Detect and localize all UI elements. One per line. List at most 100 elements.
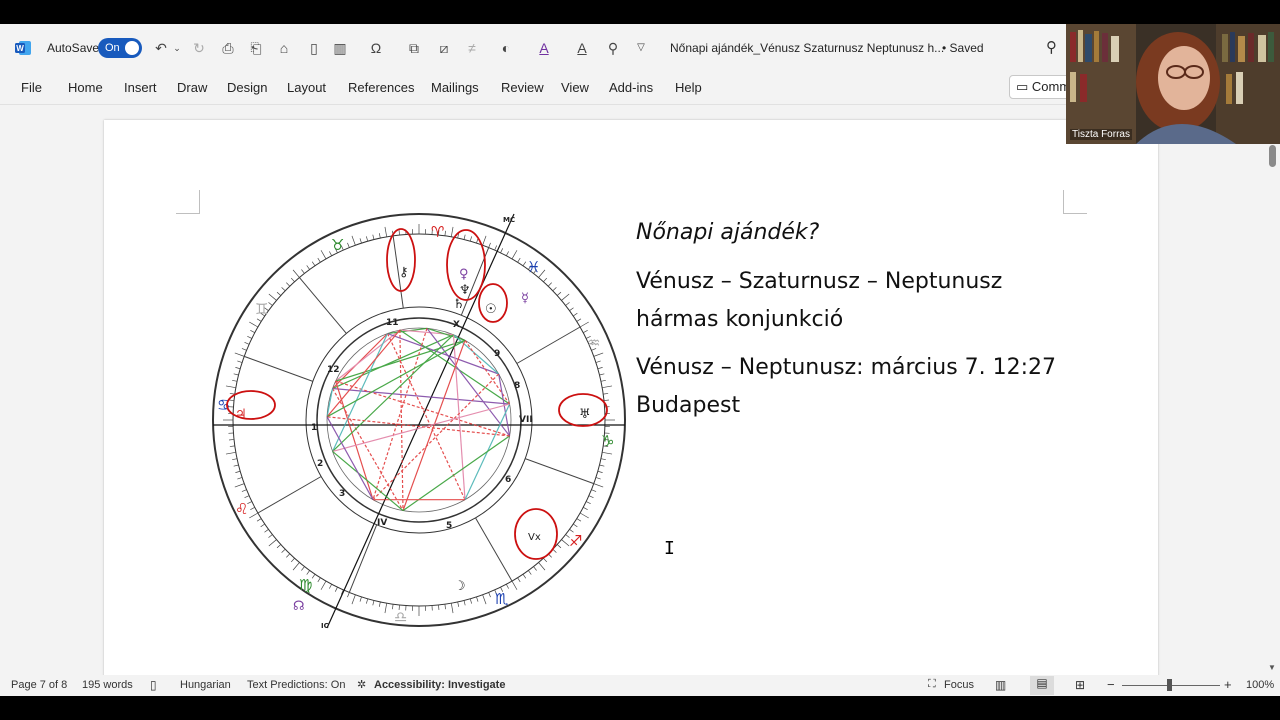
document-title[interactable]: Nőnapi ajándék_Vénusz Szaturnusz Neptunu… (670, 41, 944, 55)
accessibility-icon[interactable]: ✲ (357, 678, 366, 691)
open-folder-icon[interactable]: ⌂ (274, 38, 294, 58)
save-icon[interactable]: ⎙ (218, 38, 238, 58)
roman-iv: IV (377, 518, 387, 528)
virgo-icon: ♍ (299, 576, 312, 594)
gemini-icon: ♊ (255, 300, 268, 318)
scorpio-icon: ♏ (495, 590, 509, 608)
house-3: 3 (339, 489, 345, 499)
accessibility-status[interactable]: Accessibility: Investigate (374, 679, 505, 691)
zoom-out-icon[interactable]: − (1107, 677, 1115, 692)
find-icon[interactable]: ⚲ (603, 38, 623, 58)
undo-dropdown-icon[interactable]: ⌄ (172, 38, 182, 58)
text-highlight-icon[interactable]: A (572, 38, 592, 58)
text-line-4[interactable]: Budapest (636, 393, 740, 418)
undo-icon[interactable]: ↶ (152, 38, 170, 58)
zoom-in-icon[interactable]: + (1224, 677, 1232, 692)
svg-text:W: W (16, 44, 24, 53)
new-document-icon[interactable]: ▯ (304, 38, 324, 58)
scrollbar-thumb[interactable] (1269, 145, 1276, 167)
house-cusp-lines (244, 235, 594, 593)
print-layout-icon[interactable]: ▤ (1030, 676, 1054, 695)
tab-draw[interactable]: Draw (177, 80, 207, 95)
house-5: 5 (446, 521, 452, 531)
text-cursor-icon: I (664, 538, 675, 559)
zoom-level[interactable]: 100% (1246, 679, 1274, 691)
language[interactable]: Hungarian (180, 679, 231, 691)
vertical-scrollbar[interactable]: ▼ (1266, 105, 1280, 675)
text-line-3[interactable]: Vénusz – Neptunusz: március 7. 12:27 (636, 355, 1056, 380)
text-predictions[interactable]: Text Predictions: On (247, 679, 345, 691)
degree-ticks (223, 224, 615, 616)
columns-icon[interactable]: ▥ (330, 38, 350, 58)
comments-label: Comm (1031, 79, 1071, 94)
house-12: 12 (327, 365, 340, 375)
zoom-slider-thumb[interactable] (1167, 679, 1172, 691)
document-canvas[interactable]: 1 2 3 5 6 8 9 11 12 I IV VII X MC IC (0, 105, 1266, 675)
margin-corner-left (176, 190, 200, 214)
tab-references[interactable]: References (348, 80, 414, 95)
word-count[interactable]: 195 words (82, 679, 133, 691)
vertex-label: Vx (528, 532, 541, 543)
sun-icon: ☉ (485, 302, 497, 317)
save-status[interactable]: • Saved (942, 41, 984, 55)
page-count[interactable]: Page 7 of 8 (11, 679, 67, 691)
tab-view[interactable]: View (561, 80, 589, 95)
planet-glyphs: ♃ ♀ ♆ ♄ ☉ ☊ ♂ ☽ ☿ ♅ ⚷ Vx (235, 265, 591, 614)
scroll-down-icon[interactable]: ▼ (1268, 663, 1276, 672)
uranus-icon: ♅ (579, 407, 591, 422)
web-layout-icon[interactable]: ⊞ (1075, 678, 1085, 692)
tab-layout[interactable]: Layout (287, 80, 326, 95)
tab-file[interactable]: File (21, 80, 42, 95)
text-line-1[interactable]: Vénusz – Szaturnusz – Neptunusz (636, 269, 1002, 294)
tab-home[interactable]: Home (68, 80, 103, 95)
tab-insert[interactable]: Insert (124, 80, 157, 95)
house-2: 2 (317, 459, 323, 469)
margin-corner-right (1063, 190, 1087, 214)
mc-label: MC (503, 216, 515, 224)
house-9: 9 (494, 349, 500, 359)
libra-icon: ♎ (394, 608, 407, 626)
focus-label[interactable]: Focus (944, 679, 974, 691)
aspect-lines (326, 327, 511, 512)
toggle-knob (125, 41, 139, 55)
text-line-2[interactable]: hármas konjunkció (636, 307, 843, 332)
search-icon[interactable]: ⚲ (1046, 38, 1057, 56)
print-preview-icon[interactable]: ⎗ (246, 38, 266, 58)
comment-icon: ▭ (1016, 79, 1029, 94)
customize-toolbar-icon[interactable]: ▽ (634, 38, 648, 58)
crop-icon[interactable]: ⧄ (434, 38, 454, 58)
mercury-icon: ☿ (521, 291, 529, 306)
autosave-toggle[interactable]: On (98, 38, 142, 58)
redo-icon[interactable]: ↻ (190, 38, 208, 58)
house-6: 6 (505, 475, 511, 485)
shapes-icon[interactable]: ◐ (496, 38, 516, 58)
autosave-label: AutoSave (47, 41, 100, 55)
text-box-icon[interactable]: ⧉ (404, 38, 424, 58)
pisces-icon: ♓ (527, 258, 540, 276)
status-bar: Page 7 of 8 195 words ▯ Hungarian Text P… (0, 675, 1280, 696)
tab-mailings[interactable]: Mailings (431, 80, 479, 95)
autosave-state: On (105, 42, 120, 54)
document-page[interactable]: 1 2 3 5 6 8 9 11 12 I IV VII X MC IC (104, 120, 1158, 675)
tab-design[interactable]: Design (227, 80, 267, 95)
symbol-icon[interactable]: Ω (366, 38, 386, 58)
font-color-icon[interactable]: A (534, 38, 554, 58)
focus-icon[interactable]: ⛶ (928, 678, 936, 691)
strikethrough-icon[interactable]: ≠ (462, 38, 482, 58)
tab-add-ins[interactable]: Add-ins (609, 80, 653, 95)
ic-label: IC (321, 622, 329, 630)
house-1: 1 (311, 423, 317, 433)
tab-review[interactable]: Review (501, 80, 544, 95)
capricorn-icon: ♑ (601, 432, 614, 450)
roman-vii: VII (519, 415, 533, 425)
aries-icon: ♈ (431, 223, 444, 241)
horoscope-chart-image[interactable]: 1 2 3 5 6 8 9 11 12 I IV VII X MC IC (209, 210, 629, 630)
video-call-thumbnail[interactable]: Tiszta Forras (1066, 24, 1280, 144)
word-logo-icon: W (15, 41, 31, 55)
slide-heading[interactable]: Nőnapi ajándék? (636, 220, 819, 245)
tab-help[interactable]: Help (675, 80, 702, 95)
leo-icon: ♌ (235, 500, 248, 518)
read-mode-icon[interactable]: ▥ (995, 678, 1006, 692)
taurus-icon: ♉ (331, 236, 344, 254)
proofing-icon[interactable]: ▯ (150, 678, 157, 692)
